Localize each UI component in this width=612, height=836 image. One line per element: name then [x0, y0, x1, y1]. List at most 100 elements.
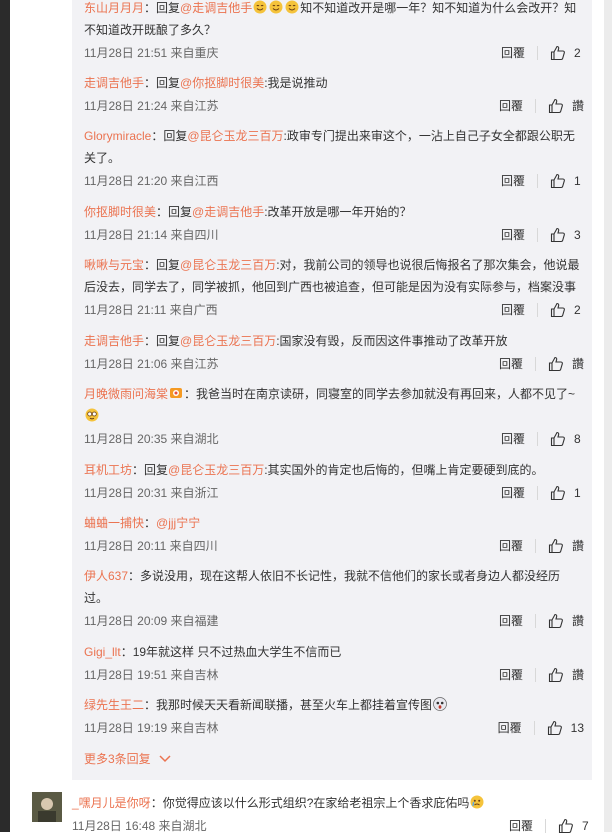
like-count: 讚: [571, 99, 584, 113]
divider: [537, 486, 538, 500]
reply-text-line: 绿先生王二：我那时候天天看新闻联播，甚至火车上都挂着宣传图: [84, 694, 584, 716]
mention-link[interactable]: @jjj宁宁: [156, 516, 200, 530]
like-count: 7: [582, 819, 589, 833]
mention-link[interactable]: @昆仑玉龙三百万: [168, 463, 264, 477]
reply-item: 啾啾与元宝：回复@昆仑玉龙三百万:对，我前公司的领导也说很后悔报名了那次集会，他…: [84, 254, 584, 320]
like-icon[interactable]: [550, 302, 566, 318]
reply-time: 11月28日 21:14 来自四川: [84, 228, 219, 242]
smile-emoji-icon: [269, 0, 283, 14]
mention-link[interactable]: @昆仑玉龙三百万: [187, 129, 283, 143]
reply-username[interactable]: 你抠脚时很美: [84, 205, 156, 219]
reply-button[interactable]: 回覆: [499, 611, 523, 631]
like-count: 2: [574, 46, 581, 60]
reply-button[interactable]: 回覆: [499, 354, 523, 374]
reply-time: 11月28日 21:20 来自江西: [84, 174, 219, 188]
reply-username[interactable]: Gigi_llt: [84, 645, 121, 659]
like-icon[interactable]: [547, 720, 563, 736]
reply-label: ：回复: [144, 258, 181, 272]
like-count: 3: [574, 228, 581, 242]
more-replies-link[interactable]: 更多3条回复: [84, 750, 171, 767]
reply-time: 11月28日 21:51 来自重庆: [84, 46, 219, 60]
like-count: 13: [570, 721, 584, 735]
reply-label: ：回复: [144, 334, 181, 348]
reply-content: :改革开放是哪一年开始的？: [264, 205, 412, 219]
reply-content: :我是说推动: [264, 76, 328, 90]
reply-text-line: 走调吉他手：回复@昆仑玉龙三百万:国家没有毁，反而因这件事推动了改革开放: [84, 330, 584, 352]
like-icon[interactable]: [548, 98, 564, 114]
reply-content: ：我爸当时在南京读研，同寝室的同学去参加就没有再回来，人都不见了~: [184, 387, 576, 401]
reply-button[interactable]: 回覆: [498, 718, 522, 738]
mention-link[interactable]: @走调吉他手: [180, 1, 252, 15]
smile-emoji-icon: [253, 0, 267, 14]
divider: [533, 721, 535, 735]
like-count: 讚: [571, 357, 584, 371]
reply-username[interactable]: 绿先生王二: [84, 698, 144, 712]
reply-button[interactable]: 回覆: [501, 300, 525, 320]
like-count: 1: [574, 486, 581, 500]
reply-username[interactable]: 走调吉他手: [84, 76, 144, 90]
mention-link[interactable]: @你抠脚时很美: [180, 76, 264, 90]
reply-button[interactable]: 回覆: [499, 665, 523, 685]
like-icon[interactable]: [550, 485, 566, 501]
scrollbar-track[interactable]: [604, 0, 612, 832]
reply-username[interactable]: 啾啾与元宝: [84, 258, 144, 272]
like-icon[interactable]: [548, 538, 564, 554]
reply-button[interactable]: 回覆: [501, 171, 525, 191]
reply-username[interactable]: 东山月月月: [84, 1, 144, 15]
reply-button[interactable]: 回覆: [499, 96, 523, 116]
mention-link[interactable]: @昆仑玉龙三百万: [180, 334, 276, 348]
avatar[interactable]: [32, 792, 62, 822]
reply-button[interactable]: 回覆: [501, 429, 525, 449]
reply-text-line: 你抠脚时很美：回复@走调吉他手:改革开放是哪一年开始的？: [84, 201, 584, 223]
reply-username[interactable]: 走调吉他手: [84, 334, 144, 348]
reply-button[interactable]: 回覆: [501, 225, 525, 245]
reply-username[interactable]: 月晚微雨问海棠: [84, 387, 168, 401]
like-icon[interactable]: [548, 667, 564, 683]
reply-label: ：回复: [151, 129, 188, 143]
reply-text-line: Gigi_llt：19年就这样 只不过热血大学生不信而已: [84, 641, 584, 663]
reply-time: 11月28日 21:24 来自江苏: [84, 99, 219, 113]
reply-button[interactable]: 回覆: [499, 536, 523, 556]
reply-item: 耳机工坊：回复@昆仑玉龙三百万:其实国外的肯定也后悔的，但嘴上肯定要硬到底的。 1…: [84, 459, 584, 503]
like-icon[interactable]: [550, 431, 566, 447]
reply-content: ：我那时候天天看新闻联播，甚至火车上都挂着宣传图: [144, 698, 433, 712]
reply-username[interactable]: Glorymiracle: [84, 129, 151, 143]
reply-content: :其实国外的肯定也后悔的，但嘴上肯定要硬到底的。: [264, 463, 544, 477]
reply-username[interactable]: 蛐蛐一捕快: [84, 516, 144, 530]
reply-text-line: 月晚微雨问海棠 ：我爸当时在南京读研，同寝室的同学去参加就没有再回来，人都不见了~: [84, 383, 584, 427]
reply-button[interactable]: 回覆: [501, 483, 525, 503]
reply-time: 11月28日 20:09 来自福建: [84, 614, 219, 628]
reply-time: 11月28日 21:06 来自江苏: [84, 357, 219, 371]
comment-username[interactable]: _嘿月儿是你呀: [72, 796, 151, 810]
reply-time: 11月28日 19:51 来自吉林: [84, 668, 219, 682]
like-icon[interactable]: [548, 613, 564, 629]
divider: [537, 174, 538, 188]
like-icon[interactable]: [550, 173, 566, 189]
surprised-emoji-icon: [433, 697, 447, 711]
divider: [534, 357, 536, 371]
like-icon[interactable]: [550, 45, 566, 61]
reply-button[interactable]: 回覆: [501, 43, 525, 63]
reply-label: ：回复: [132, 463, 169, 477]
reply-text-line: 走调吉他手：回复@你抠脚时很美:我是说推动: [84, 72, 584, 94]
divider: [537, 46, 538, 60]
like-count: 讚: [571, 668, 584, 682]
mention-link[interactable]: @走调吉他手: [192, 205, 264, 219]
mention-link[interactable]: @昆仑玉龙三百万: [180, 258, 276, 272]
reply-button[interactable]: 回覆: [509, 816, 533, 836]
reply-content: ：19年就这样 只不过热血大学生不信而已: [120, 645, 342, 659]
reply-time: 11月28日 21:11 来自广西: [84, 303, 218, 317]
reply-text-line: 东山月月月：回复@走调吉他手 知不知道改开是哪一年？知不知道为什么会改开？知不知道…: [84, 0, 584, 41]
reply-text-line: 蛐蛐一捕快：@jjj宁宁: [84, 512, 584, 534]
reply-username[interactable]: 耳机工坊: [84, 463, 132, 477]
reply-text-line: 伊人637：多说没用，现在这帮人依旧不长记性，我就不信他们的家长或者身边人都没经…: [84, 565, 584, 609]
reply-text-line: 耳机工坊：回复@昆仑玉龙三百万:其实国外的肯定也后悔的，但嘴上肯定要硬到底的。: [84, 459, 584, 481]
like-icon[interactable]: [548, 356, 564, 372]
divider: [537, 303, 538, 317]
like-icon[interactable]: [550, 227, 566, 243]
divider: [534, 614, 536, 628]
reply-time: 11月28日 19:19 来自吉林: [84, 721, 219, 735]
window-left-edge: [0, 0, 10, 832]
reply-label: ：回复: [144, 1, 181, 15]
reply-username[interactable]: 伊人637: [84, 569, 128, 583]
